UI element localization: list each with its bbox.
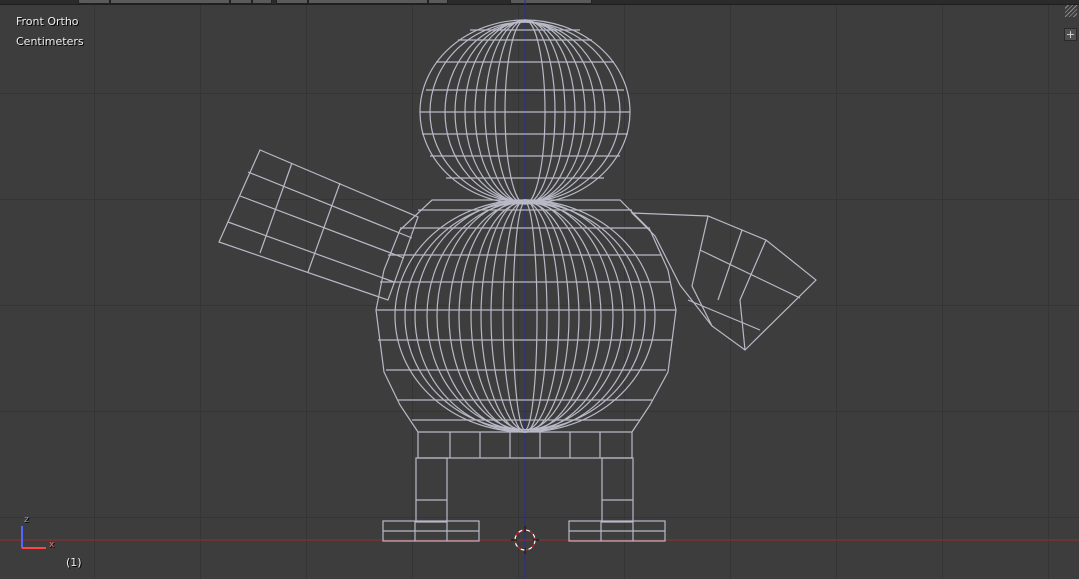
- body-mesh[interactable]: [375, 199, 677, 459]
- left-wing-mesh[interactable]: [218, 149, 419, 301]
- view-name-label: Front Ortho: [16, 15, 79, 28]
- gizmo-z-label: z: [24, 515, 29, 525]
- wireframe-scene: [0, 0, 1079, 579]
- left-leg-mesh[interactable]: [382, 457, 480, 542]
- area-split-hatch-icon[interactable]: [1065, 5, 1077, 17]
- units-label: Centimeters: [16, 35, 84, 48]
- axis-gizmo: [21, 526, 46, 549]
- frame-number-label: (1): [66, 556, 82, 569]
- plus-icon[interactable]: +: [1064, 28, 1077, 41]
- right-leg-mesh[interactable]: [568, 457, 666, 542]
- gizmo-x-label: x: [49, 540, 55, 550]
